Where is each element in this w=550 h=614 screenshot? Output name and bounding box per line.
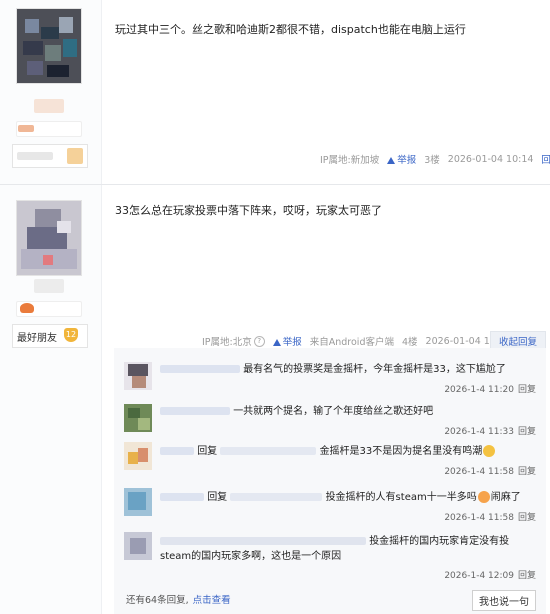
post-floor-3: 玩过其中三个。丝之歌和哈迪斯2都很不错，dispatch也能在电脑上运行 IP属…: [0, 0, 550, 184]
view-more-link[interactable]: 点击查看: [193, 595, 231, 606]
reply-username[interactable]: [160, 365, 240, 373]
ip-location: IP属地:北京: [202, 337, 252, 348]
reply-prefix: 回复: [207, 492, 228, 503]
more-replies: 还有64条回复, 点击查看: [126, 595, 231, 606]
friend-badge[interactable]: 最好朋友 12: [12, 324, 88, 348]
reply-time: 2026-1-4 11:20: [444, 385, 514, 395]
reply-link[interactable]: 回复: [518, 571, 536, 581]
report-link[interactable]: 举报: [272, 334, 302, 348]
reply-link[interactable]: 回复: [518, 513, 536, 523]
reply-meta: 2026-1-4 12:09 回复: [444, 568, 536, 581]
reply-prefix: 回复: [197, 446, 218, 457]
reply-item: 最有名气的投票奖是金摇杆，今年金摇杆是33，这下尴尬了 2026-1-4 11:…: [114, 360, 546, 402]
report-link[interactable]: 举报: [387, 152, 416, 166]
post-datetime: 2026-01-04 10:14: [447, 153, 534, 165]
username[interactable]: [34, 99, 64, 113]
emoji-icon: [477, 491, 490, 503]
level-icon: [67, 148, 83, 164]
reply-link[interactable]: 回复: [541, 152, 550, 166]
post-content: 玩过其中三个。丝之歌和哈迪斯2都很不错，dispatch也能在电脑上运行: [115, 23, 466, 36]
fire-icon: [20, 303, 34, 313]
user-title-icon: [18, 125, 34, 132]
reply-text: 最有名气的投票奖是金摇杆，今年金摇杆是33，这下尴尬了: [243, 364, 506, 375]
reply-avatar[interactable]: [124, 442, 152, 470]
ip-location: IP属地:新加坡: [320, 155, 380, 166]
reply-list: 最有名气的投票奖是金摇杆，今年金摇杆是33，这下尴尬了 2026-1-4 11:…: [114, 348, 546, 614]
user-level-badge[interactable]: [12, 144, 88, 168]
user-avatar[interactable]: [16, 8, 82, 84]
reply-username[interactable]: [160, 493, 204, 501]
reply-meta: 2026-1-4 11:58 回复: [444, 464, 536, 477]
post-meta: IP属地:北京 ? 举报 来自Android客户端 4楼 2026-01-04 …: [202, 334, 519, 348]
reply-meta: 2026-1-4 11:33 回复: [444, 424, 536, 437]
reply-time: 2026-1-4 11:58: [444, 467, 514, 477]
reply-text-line: 回复 投金摇杆的人有steam十一半多吗 闹麻了: [160, 490, 530, 505]
reply-text: 投金摇杆的国内玩家肯定没有投: [369, 536, 510, 547]
warning-icon: [272, 339, 281, 346]
reply-avatar[interactable]: [124, 362, 152, 390]
reply-item: 回复 金摇杆是33不是因为提名里没有鸣潮 2026-1-4 11:58 回复: [114, 438, 546, 480]
warning-icon: [387, 157, 396, 164]
reply-link[interactable]: 回复: [518, 467, 536, 477]
reply-text-line: 回复 金摇杆是33不是因为提名里没有鸣潮: [160, 444, 530, 459]
reply-username[interactable]: [160, 537, 366, 545]
reply-meta: 2026-1-4 11:58 回复: [444, 510, 536, 523]
help-icon[interactable]: ?: [253, 335, 265, 347]
reply-link[interactable]: 回复: [518, 385, 536, 395]
reply-text: 金摇杆是33不是因为提名里没有鸣潮: [319, 446, 483, 457]
reply-time: 2026-1-4 11:58: [444, 513, 514, 523]
reply-avatar[interactable]: [124, 488, 152, 516]
reply-text-line: 投金摇杆的国内玩家肯定没有投 steam的国内玩家多啊，这也是一个原因: [160, 534, 530, 564]
reply-text-line2: steam的国内玩家多啊，这也是一个原因: [160, 551, 342, 562]
emoji-icon: [483, 445, 496, 457]
reply-avatar[interactable]: [124, 532, 152, 560]
post-content: 33怎么总在玩家投票中落下阵来，哎呀，玩家太可恶了: [115, 204, 382, 217]
level-shield-icon: 12: [64, 328, 78, 342]
reply-username[interactable]: [160, 447, 194, 455]
reply-target-username[interactable]: [220, 447, 317, 455]
post-meta: IP属地:新加坡 举报 3楼 2026-01-04 10:14 回复: [320, 152, 550, 167]
username[interactable]: [34, 279, 64, 293]
floor-number: 4楼: [401, 337, 418, 348]
floor-number: 3楼: [424, 155, 440, 166]
reply-time: 2026-1-4 11:33: [444, 427, 514, 437]
reply-text: 投金摇杆的人有steam十一半多吗: [325, 492, 477, 503]
reply-meta: 2026-1-4 11:20 回复: [444, 382, 536, 395]
reply-target-username[interactable]: [230, 493, 323, 501]
reply-text-line: 最有名气的投票奖是金摇杆，今年金摇杆是33，这下尴尬了: [160, 362, 530, 377]
reply-text: 一共就两个提名，输了个年度给丝之歌还好吧: [233, 406, 434, 417]
reply-username[interactable]: [160, 407, 230, 415]
thread-page: 玩过其中三个。丝之歌和哈迪斯2都很不错，dispatch也能在电脑上运行 IP属…: [0, 0, 550, 614]
client-source[interactable]: 来自Android客户端: [310, 334, 394, 348]
reply-item: 回复 投金摇杆的人有steam十一半多吗 闹麻了 2026-1-4 11:58 回复: [114, 484, 546, 526]
add-reply-button[interactable]: 我也说一句: [472, 590, 536, 611]
reply-link[interactable]: 回复: [518, 427, 536, 437]
reply-item: 投金摇杆的国内玩家肯定没有投 steam的国内玩家多啊，这也是一个原因 2026…: [114, 530, 546, 586]
reply-time: 2026-1-4 12:09: [444, 571, 514, 581]
reply-text-line: 一共就两个提名，输了个年度给丝之歌还好吧: [160, 404, 530, 419]
user-avatar[interactable]: [16, 200, 82, 276]
reply-avatar[interactable]: [124, 404, 152, 432]
reply-text-suffix: 闹麻了: [490, 492, 521, 503]
